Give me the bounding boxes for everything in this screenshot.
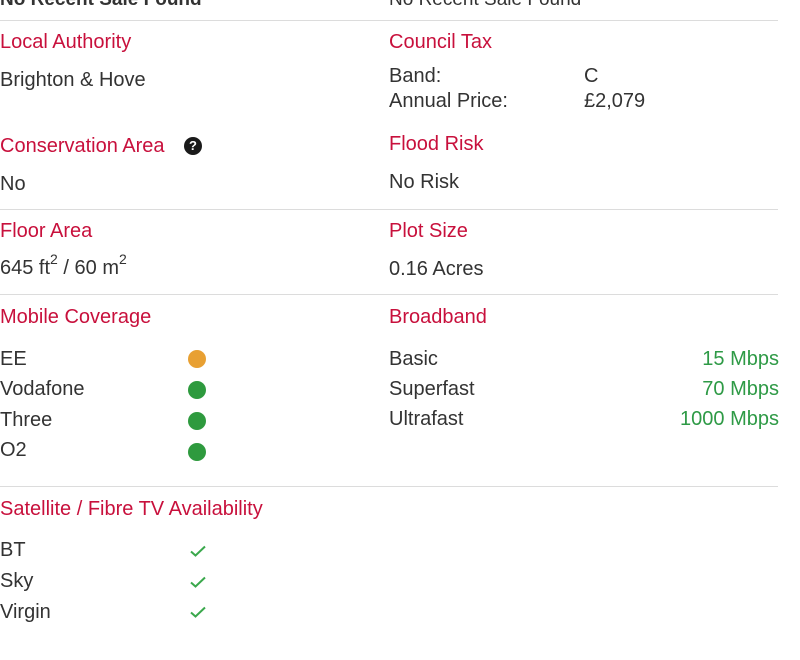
recent-sale-right-text: No Recent Sale Found	[389, 0, 581, 10]
recent-sale-right: No Recent Sale Found	[389, 0, 769, 10]
local-authority-value: Brighton & Hove	[0, 69, 146, 91]
divider-2	[0, 209, 778, 210]
recent-sale-left-text: No Recent Sale Found	[0, 0, 202, 10]
floor-area-value: 645 ft2 / 60 m2	[0, 252, 127, 280]
check-icon	[190, 606, 206, 618]
mobile-operator-name: O2	[0, 439, 27, 461]
broadband-tier-speed: 15 Mbps	[702, 348, 779, 370]
mobile-coverage-heading: Mobile Coverage	[0, 306, 152, 328]
council-tax-heading: Council Tax	[389, 31, 493, 53]
broadband-tier-name: Ultrafast	[389, 408, 464, 430]
flood-risk-value: No Risk	[389, 171, 460, 193]
council-tax-band-label: Band:	[389, 65, 442, 87]
mobile-operator-name: Vodafone	[0, 378, 85, 400]
broadband-tier-name: Basic	[389, 348, 438, 370]
broadband-tier-speed: 1000 Mbps	[680, 408, 779, 430]
tv-provider-name: Virgin	[0, 601, 51, 623]
conservation-area-value: No	[0, 173, 26, 195]
coverage-status-dot	[188, 381, 206, 399]
plot-size-value: 0.16 Acres	[389, 258, 484, 280]
plot-size-heading: Plot Size	[389, 220, 468, 242]
check-icon	[190, 545, 206, 557]
local-authority-heading: Local Authority	[0, 31, 132, 53]
coverage-status-dot	[188, 412, 206, 430]
broadband-heading: Broadband	[389, 306, 487, 328]
recent-sale-left: No Recent Sale Found	[0, 0, 380, 10]
mobile-operator-name: EE	[0, 348, 27, 370]
broadband-tier-name: Superfast	[389, 378, 475, 400]
floor-area-imperial-exponent: 2	[50, 251, 58, 268]
floor-area-metric: / 60 m	[57, 257, 119, 279]
divider-top	[0, 20, 778, 21]
coverage-status-dot	[188, 350, 206, 368]
council-tax-price-value: £2,079	[584, 90, 646, 112]
tv-provider-name: Sky	[0, 570, 34, 592]
coverage-status-dot	[188, 443, 206, 461]
tv-provider-name: BT	[0, 539, 26, 561]
check-icon	[190, 576, 206, 588]
floor-area-imperial: 645 ft	[0, 257, 51, 279]
divider-4	[0, 486, 778, 487]
question-circle-icon[interactable]: ?	[184, 137, 202, 155]
flood-risk-heading: Flood Risk	[389, 133, 484, 155]
conservation-area-heading: Conservation Area	[0, 135, 165, 157]
floor-area-metric-exponent: 2	[118, 251, 127, 268]
floor-area-heading: Floor Area	[0, 220, 93, 242]
broadband-tier-speed: 70 Mbps	[702, 378, 779, 400]
divider-3	[0, 294, 778, 295]
mobile-operator-name: Three	[0, 409, 53, 431]
council-tax-price-label: Annual Price:	[389, 90, 508, 112]
council-tax-band-value: C	[584, 65, 599, 87]
tv-availability-heading: Satellite / Fibre TV Availability	[0, 498, 263, 520]
